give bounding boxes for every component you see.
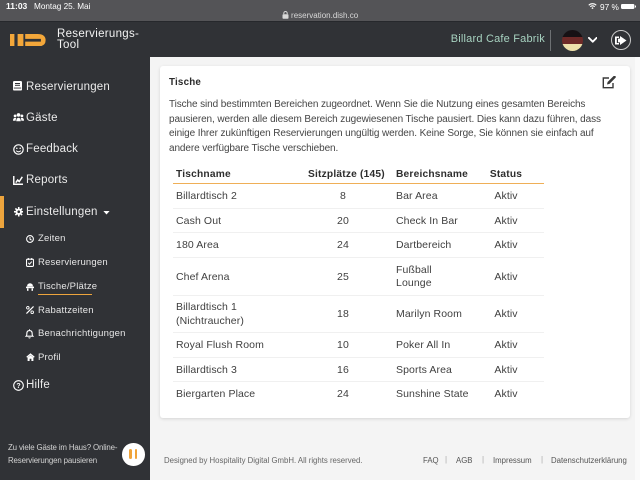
svg-text:?: ? [16,383,20,390]
